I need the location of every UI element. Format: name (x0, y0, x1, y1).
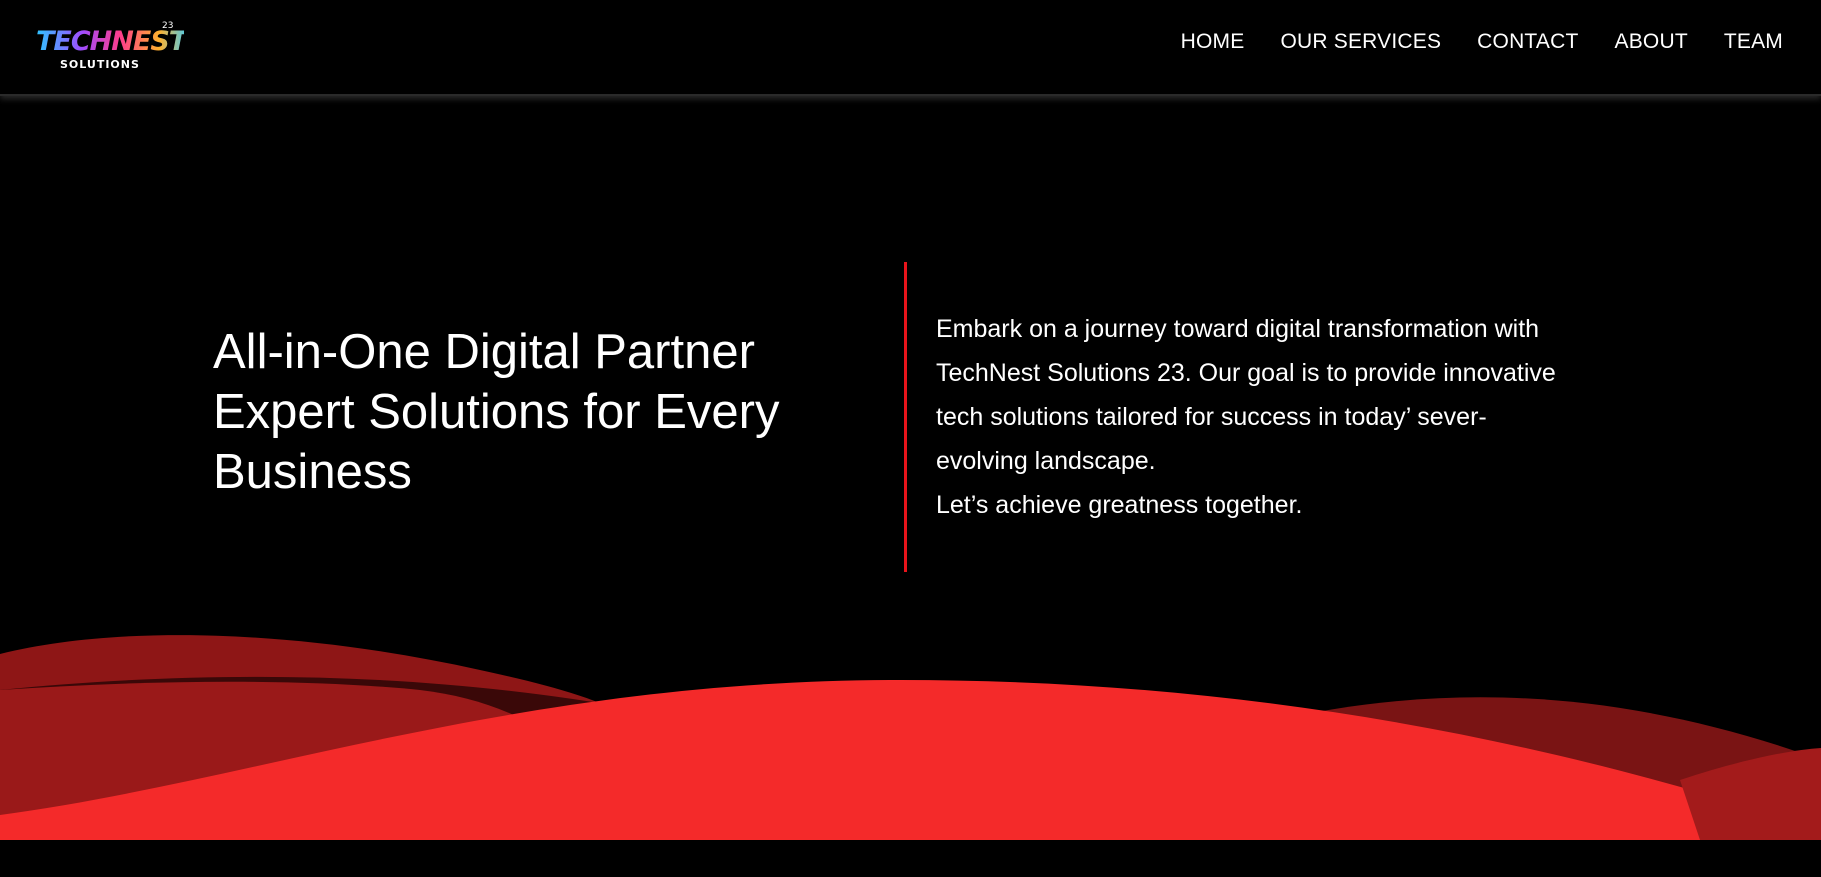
hero-title-line: Business (213, 445, 412, 499)
logo-graphic: TECHNEST 23 SOLUTIONS (36, 21, 191, 71)
main-navigation: HOME OUR SERVICES CONTACT ABOUT TEAM (1181, 30, 1783, 54)
hero-title-line: Expert Solutions for Every (213, 385, 780, 439)
landing-page: TECHNEST 23 SOLUTIONS HOME OUR SERVICES … (0, 0, 1821, 877)
hero-description-line: Embark on a journey toward digital trans… (936, 315, 1540, 343)
nav-about[interactable]: ABOUT (1615, 30, 1688, 54)
hero-wave-decoration (0, 635, 1821, 840)
technest-logo[interactable]: TECHNEST 23 SOLUTIONS (34, 18, 191, 74)
logo-subtitle: SOLUTIONS (60, 58, 140, 71)
nav-team[interactable]: TEAM (1724, 30, 1783, 54)
nav-contact[interactable]: CONTACT (1477, 30, 1578, 54)
hero-divider (904, 262, 907, 572)
hero-title: All-in-One Digital Partner Expert Soluti… (213, 322, 853, 502)
hero-description-line: evolving landscape. (936, 447, 1156, 475)
nav-our-services[interactable]: OUR SERVICES (1280, 30, 1441, 54)
hero-title-line: All-in-One Digital Partner (213, 325, 755, 379)
nav-home[interactable]: HOME (1181, 30, 1245, 54)
logo-badge: 23 (162, 21, 173, 31)
hero-description: Embark on a journey toward digital trans… (936, 307, 1596, 527)
hero-description-line: tech solutions tailored for success in t… (936, 403, 1487, 431)
bottom-strip (0, 840, 1821, 877)
hero-description-line: Let’s achieve greatness together. (936, 491, 1303, 519)
hero-description-line: TechNest Solutions 23. Our goal is to pr… (936, 359, 1556, 387)
site-header: TECHNEST 23 SOLUTIONS HOME OUR SERVICES … (0, 0, 1821, 96)
